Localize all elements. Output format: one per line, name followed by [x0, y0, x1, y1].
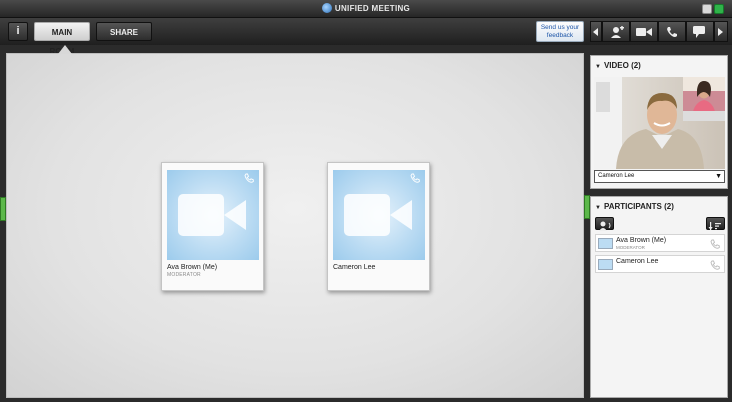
video-panel: ▼ VIDEO (2) Cameron Lee ▼: [590, 55, 728, 189]
video-participant-select[interactable]: Cameron Lee ▼: [594, 170, 725, 183]
video-camera-icon: [178, 194, 246, 236]
arrow-left-icon: [592, 27, 598, 36]
feedback-label-line2: feedback: [546, 32, 574, 39]
video-placeholder: [167, 170, 259, 260]
participant-name: Cameron Lee: [333, 264, 376, 271]
video-panel-title: VIDEO (2): [603, 61, 641, 70]
app-logo-icon: [321, 3, 332, 13]
collapse-triangle-icon[interactable]: ▼: [595, 205, 601, 211]
participants-panel: ▼ PARTICIPANTS (2) Ava Brown (Me) MODERAT…: [590, 196, 728, 398]
participant-thumbnail: [598, 259, 613, 270]
chat-button[interactable]: [686, 21, 715, 42]
active-speaker-video: [594, 77, 725, 169]
add-person-icon: [610, 25, 624, 38]
dropdown-arrow-icon: ▼: [715, 173, 722, 180]
meeting-window: UNIFIED MEETING i MAIN ROOM SHARE Send u…: [0, 0, 732, 402]
participant-tile[interactable]: Cameron Lee: [327, 162, 430, 291]
participant-tile[interactable]: Ava Brown (Me) MODERATOR: [161, 162, 264, 291]
person-speaker-icon: [599, 221, 611, 231]
collapse-right-button[interactable]: [714, 21, 728, 42]
phone-icon: [710, 260, 720, 270]
selected-participant: Cameron Lee: [598, 173, 635, 179]
audio-button[interactable]: [658, 21, 687, 42]
collapse-left-button[interactable]: [590, 21, 602, 42]
meeting-controls: [590, 21, 728, 42]
tab-share[interactable]: SHARE: [96, 22, 152, 41]
video-camera-icon: [344, 194, 412, 236]
title-bar: UNIFIED MEETING: [0, 0, 732, 18]
tab-main-room[interactable]: MAIN ROOM: [34, 22, 90, 56]
restore-window-button[interactable]: [702, 4, 712, 14]
video-button[interactable]: [629, 21, 659, 42]
arrow-right-icon: [718, 27, 724, 36]
phone-icon: [244, 173, 254, 183]
participant-role: MODERATOR: [616, 245, 645, 250]
participant-name: Ava Brown (Me): [167, 264, 218, 271]
participant-name: Cameron Lee: [616, 258, 659, 265]
sort-icon: [708, 222, 721, 230]
active-tab-pointer: [58, 45, 72, 54]
participant-list-item[interactable]: Cameron Lee: [595, 255, 725, 273]
camera-icon: [635, 27, 652, 36]
participant-list-item[interactable]: Ava Brown (Me) MODERATOR: [595, 234, 725, 252]
sort-participants-button[interactable]: [706, 217, 725, 230]
feedback-label-line1: Send us your: [540, 24, 580, 31]
exit-meeting-button[interactable]: [714, 4, 724, 14]
left-panel-toggle[interactable]: [0, 197, 6, 221]
participant-name: Ava Brown (Me): [616, 237, 667, 244]
collapse-triangle-icon[interactable]: ▼: [595, 64, 601, 70]
chat-bubble-icon: [693, 25, 706, 38]
phone-icon: [667, 26, 678, 37]
window-title: UNIFIED MEETING: [334, 4, 411, 13]
video-placeholder: [333, 170, 425, 260]
info-button[interactable]: i: [8, 22, 28, 41]
participants-panel-title: PARTICIPANTS (2): [603, 202, 674, 211]
participant-role: MODERATOR: [167, 272, 201, 278]
participant-thumbnail: [598, 238, 613, 249]
phone-icon: [710, 239, 720, 249]
phone-icon: [410, 173, 420, 183]
top-toolbar: i MAIN ROOM SHARE Send us your feedback: [0, 18, 732, 56]
main-room-stage: [6, 53, 584, 398]
mute-all-button[interactable]: [595, 217, 614, 231]
invite-button[interactable]: [601, 21, 630, 42]
feedback-button[interactable]: Send us your feedback: [536, 21, 584, 42]
participants-toolbar: [595, 217, 725, 231]
